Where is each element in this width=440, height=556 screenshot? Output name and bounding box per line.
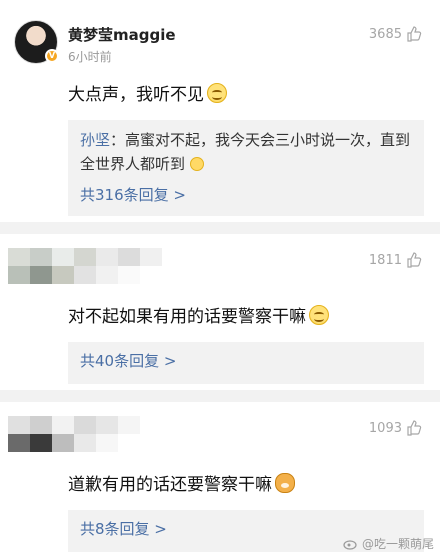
comment-text-content: 道歉有用的话还要警察干嘛 (68, 475, 272, 495)
comment-text: 对不起如果有用的话要警察干嘛 (68, 302, 329, 327)
verified-badge-icon: V (45, 49, 59, 63)
watermark-text: @吃一颗萌尾 (361, 537, 434, 551)
divider (0, 222, 440, 234)
avatar-mosaic (8, 416, 162, 452)
smile-emoji-icon (189, 157, 204, 171)
comment-3: 1093 道歉有用的话还要警察干嘛 共8条回复 > (0, 402, 440, 556)
like-count: 1093 (368, 420, 402, 436)
like-button[interactable]: 1811 (369, 252, 422, 268)
reply-box[interactable]: 孙坚：高蜜对不起，我今天会三小时说一次，直到全世界人都听到 共316条回复 > (68, 120, 424, 216)
weibo-logo-icon (343, 539, 357, 550)
smile-emoji-icon (309, 304, 329, 325)
reply-text: ：高蜜对不起，我今天会三小时说一次，直到全世界人都听到 (80, 131, 411, 173)
like-button[interactable]: 3685 (369, 26, 422, 42)
comment-text-content: 大点声，我听不见 (68, 85, 204, 105)
avatar-mosaic (8, 248, 162, 284)
reply-author[interactable]: 孙坚 (80, 131, 110, 149)
reply-count-link[interactable]: 共316条回复 > (80, 184, 412, 205)
watermark: @吃一颗萌尾 (343, 535, 434, 552)
thumbs-up-icon (407, 252, 422, 268)
thumbs-up-icon (407, 26, 422, 42)
reply-preview: 孙坚：高蜜对不起，我今天会三小时说一次，直到全世界人都听到 (80, 128, 412, 176)
comment-2: 1811 对不起如果有用的话要警察干嘛 共40条回复 > (0, 234, 440, 394)
comment-text: 大点声，我听不见 (68, 80, 227, 105)
smile-emoji-icon (207, 82, 227, 103)
comment-1: V 黄梦莹maggie 6小时前 3685 大点声，我听不见 孙坚：高蜜对不起，… (0, 0, 440, 232)
thumbs-up-icon (407, 420, 422, 436)
like-count: 3685 (368, 26, 402, 42)
username[interactable]: 黄梦莹maggie (68, 24, 176, 45)
comment-text-content: 对不起如果有用的话要警察干嘛 (68, 307, 306, 327)
divider (0, 390, 440, 402)
timestamp: 6小时前 (68, 50, 112, 64)
reply-box[interactable]: 共40条回复 > (68, 342, 424, 384)
like-count: 1811 (368, 252, 402, 268)
reply-count-link[interactable]: 共40条回复 > (80, 350, 412, 371)
like-button[interactable]: 1093 (369, 420, 422, 436)
dog-emoji-icon (275, 472, 295, 493)
avatar[interactable]: V (14, 20, 59, 64)
comment-text: 道歉有用的话还要警察干嘛 (68, 470, 295, 495)
